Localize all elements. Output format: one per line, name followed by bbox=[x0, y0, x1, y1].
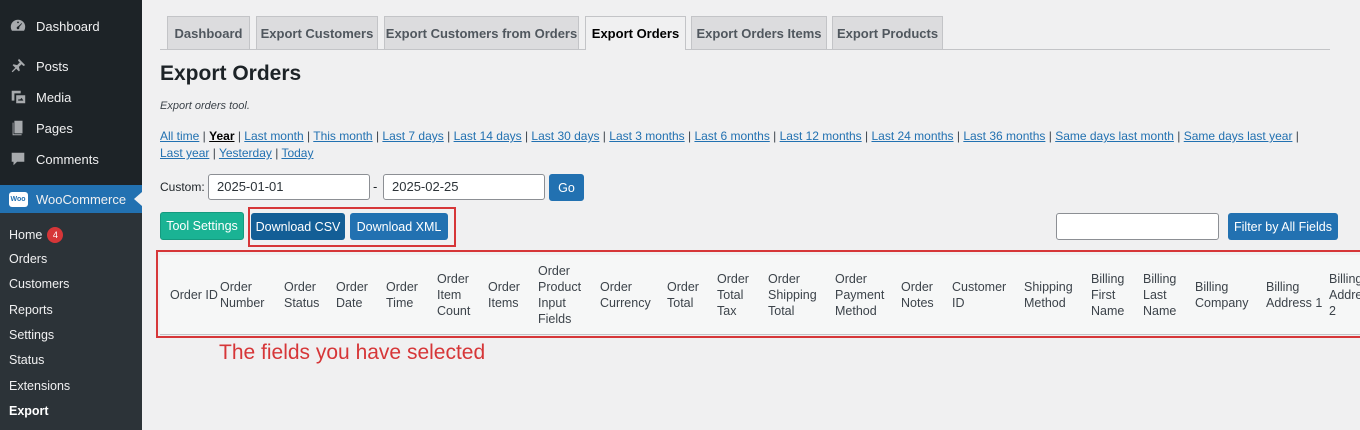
custom-range-label: Custom: bbox=[160, 180, 205, 194]
submenu-item-home[interactable]: Home 4 bbox=[9, 227, 64, 243]
period-link-same-days-last-year[interactable]: Same days last year bbox=[1184, 129, 1293, 143]
period-link-last-month[interactable]: Last month bbox=[244, 129, 303, 143]
period-separator: | bbox=[769, 129, 780, 143]
end-date-input[interactable]: 2025-02-25 bbox=[383, 174, 545, 200]
period-link-last-24-months[interactable]: Last 24 months bbox=[871, 129, 953, 143]
period-separator: | bbox=[209, 146, 219, 160]
tab-export-customers-from-orders[interactable]: Export Customers from Orders bbox=[384, 16, 579, 49]
tab-export-orders[interactable]: Export Orders bbox=[585, 16, 686, 50]
period-link-this-month[interactable]: This month bbox=[313, 129, 372, 143]
menu-item-woocommerce[interactable]: Woo WooCommerce bbox=[0, 185, 142, 213]
period-separator: | bbox=[684, 129, 695, 143]
page-description: Export orders tool. bbox=[160, 100, 250, 112]
pages-icon bbox=[0, 119, 36, 137]
menu-item-pages[interactable]: Pages bbox=[0, 116, 142, 140]
period-separator: | bbox=[953, 129, 964, 143]
period-link-last-7-days[interactable]: Last 7 days bbox=[382, 129, 443, 143]
download-buttons-highlight bbox=[248, 207, 456, 247]
period-link-last-6-months[interactable]: Last 6 months bbox=[694, 129, 769, 143]
tool-settings-button[interactable]: Tool Settings bbox=[160, 212, 244, 240]
home-count-badge: 4 bbox=[47, 227, 64, 243]
menu-item-comments[interactable]: Comments bbox=[0, 147, 142, 171]
tab-export-orders-items[interactable]: Export Orders Items bbox=[691, 16, 827, 49]
submenu-label-home: Home bbox=[9, 228, 43, 242]
period-separator: | bbox=[303, 129, 314, 143]
woocommerce-submenu: Home 4 Orders Customers Reports Settings … bbox=[0, 213, 142, 430]
menu-label-dashboard: Dashboard bbox=[36, 18, 100, 34]
start-date-input[interactable]: 2025-01-01 bbox=[208, 174, 370, 200]
menu-label-media: Media bbox=[36, 89, 72, 105]
period-separator: | bbox=[443, 129, 454, 143]
period-separator: | bbox=[1173, 129, 1184, 143]
period-link-last-14-days[interactable]: Last 14 days bbox=[454, 129, 522, 143]
submenu-item-customers[interactable]: Customers bbox=[9, 277, 69, 291]
period-link-last-30-days[interactable]: Last 30 days bbox=[531, 129, 599, 143]
annotation-text: The fields you have selected bbox=[219, 341, 486, 364]
comment-bubble-icon bbox=[0, 150, 36, 168]
period-link-year[interactable]: Year bbox=[209, 129, 234, 143]
menu-item-dashboard[interactable]: Dashboard bbox=[0, 14, 142, 38]
period-link-last-3-months[interactable]: Last 3 months bbox=[609, 129, 684, 143]
period-link-today[interactable]: Today bbox=[281, 146, 313, 160]
tab-export-customers[interactable]: Export Customers bbox=[256, 16, 378, 49]
period-separator: | bbox=[1045, 129, 1056, 143]
page-title: Export Orders bbox=[160, 62, 302, 85]
submenu-item-settings[interactable]: Settings bbox=[9, 328, 54, 342]
menu-label-pages: Pages bbox=[36, 120, 73, 136]
period-separator: | bbox=[199, 129, 210, 143]
period-separator: | bbox=[599, 129, 610, 143]
submenu-item-reports[interactable]: Reports bbox=[9, 303, 53, 317]
submenu-item-extensions[interactable]: Extensions bbox=[9, 379, 70, 393]
media-icon bbox=[0, 88, 36, 106]
period-link-all-time[interactable]: All time bbox=[160, 129, 199, 143]
period-link-last-12-months[interactable]: Last 12 months bbox=[780, 129, 862, 143]
submenu-item-status[interactable]: Status bbox=[9, 353, 44, 367]
export-tabs: Dashboard Export Customers Export Custom… bbox=[160, 16, 1330, 50]
submenu-item-orders[interactable]: Orders bbox=[9, 252, 47, 266]
period-link-last-36-months[interactable]: Last 36 months bbox=[963, 129, 1045, 143]
menu-label-posts: Posts bbox=[36, 58, 69, 74]
dashboard-gauge-icon bbox=[0, 17, 36, 35]
period-separator: | bbox=[372, 129, 383, 143]
go-button[interactable]: Go bbox=[549, 174, 584, 201]
filter-by-all-fields-button[interactable]: Filter by All Fields bbox=[1228, 213, 1338, 240]
period-filter-links: All time | Year | Last month | This mont… bbox=[160, 128, 1310, 162]
tab-export-products[interactable]: Export Products bbox=[832, 16, 943, 49]
selected-fields-highlight bbox=[156, 250, 1360, 338]
admin-sidebar: Dashboard Posts Media Pages Comments Woo… bbox=[0, 0, 142, 430]
menu-label-comments: Comments bbox=[36, 151, 99, 167]
tab-dashboard[interactable]: Dashboard bbox=[167, 16, 250, 49]
date-range-separator: - bbox=[373, 179, 378, 194]
period-link-same-days-last-month[interactable]: Same days last month bbox=[1055, 129, 1174, 143]
period-link-yesterday[interactable]: Yesterday bbox=[219, 146, 272, 160]
menu-item-media[interactable]: Media bbox=[0, 85, 142, 109]
current-menu-arrow bbox=[134, 192, 142, 206]
menu-label-woocommerce: WooCommerce bbox=[36, 191, 127, 207]
period-link-last-year[interactable]: Last year bbox=[160, 146, 209, 160]
period-separator: | bbox=[1292, 129, 1299, 143]
submenu-item-export[interactable]: Export bbox=[9, 404, 49, 418]
period-separator: | bbox=[234, 129, 245, 143]
menu-item-posts[interactable]: Posts bbox=[0, 54, 142, 78]
period-separator: | bbox=[521, 129, 532, 143]
pushpin-icon bbox=[0, 57, 36, 75]
woocommerce-logo-icon: Woo bbox=[8, 191, 28, 207]
filter-input[interactable] bbox=[1056, 213, 1219, 240]
period-separator: | bbox=[861, 129, 872, 143]
